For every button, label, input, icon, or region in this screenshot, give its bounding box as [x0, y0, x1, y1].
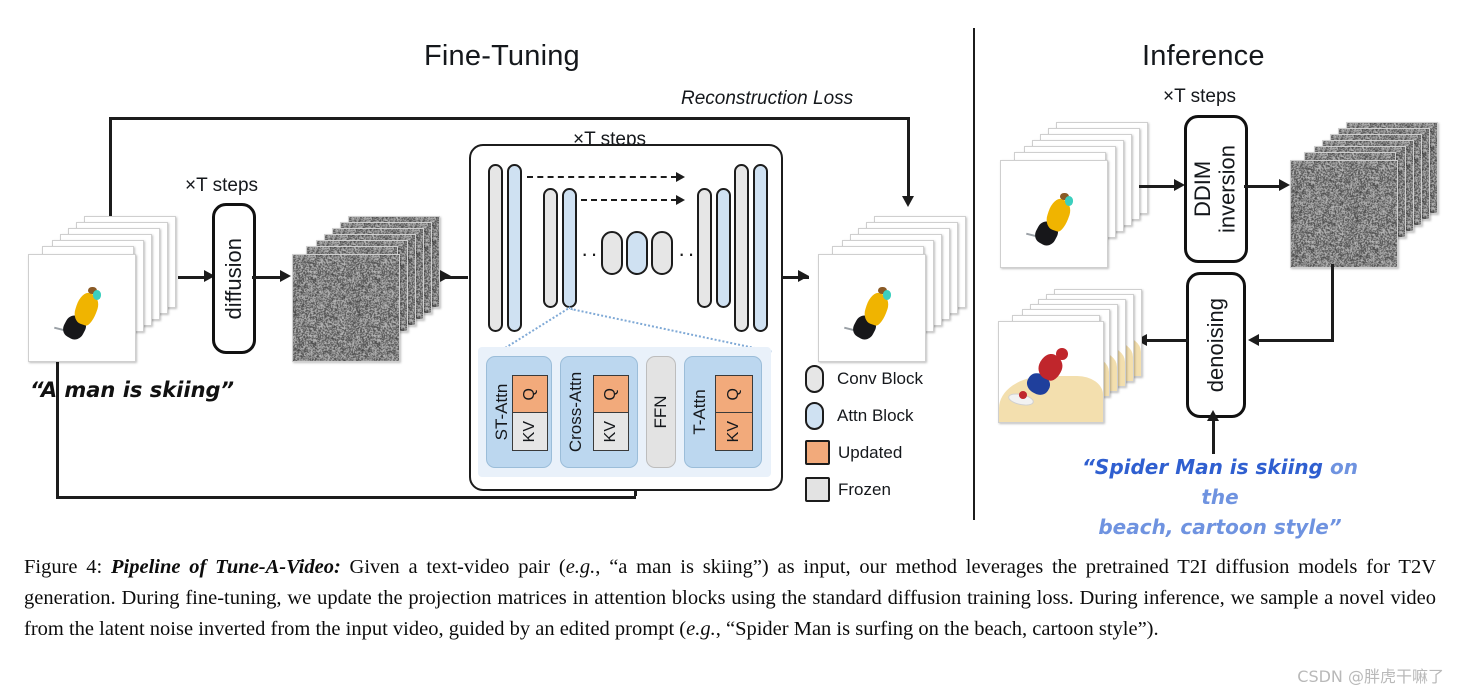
legend-label-attn-block: Attn Block: [837, 405, 914, 425]
arrow-to-ddim-line: [1139, 185, 1179, 188]
arrow-noise-to-unet-head: [440, 270, 451, 282]
denoising-box[interactable]: denoising: [1186, 272, 1246, 418]
edited-prompt-text: “Spider Man is skiing on the beach, carto…: [1070, 452, 1370, 542]
loss-line-left-down: [109, 117, 112, 217]
attention-detail-panel: ST-Attn Q KV Cross-Attn Q KV FFN T-Attn …: [478, 347, 771, 477]
t-attn-q: Q: [716, 376, 752, 413]
loss-line-top: [109, 117, 909, 120]
prompt-line-bottom: [56, 496, 636, 499]
cross-attn-qkv: Q KV: [593, 375, 629, 451]
cross-attn-block[interactable]: Cross-Attn Q KV: [560, 356, 638, 468]
frozen-swatch-icon: [805, 477, 830, 502]
caption-prefix: Figure 4:: [24, 556, 103, 578]
arrow-ddim-to-noise-line: [1244, 185, 1284, 188]
panel-title-fine-tuning: Fine-Tuning: [424, 40, 580, 72]
attn-block-dec-1: [753, 164, 768, 332]
output-video-stack: [818, 216, 966, 362]
prompt-to-denoise-arrow: [1207, 410, 1219, 421]
st-attn-kv: KV: [513, 413, 547, 450]
steps-label-inference: ×T steps: [1163, 86, 1237, 107]
caption-bold-title: Pipeline of Tune-A-Video:: [111, 556, 341, 578]
legend: Conv Block Attn Block Updated Frozen: [805, 360, 923, 508]
prompt-to-denoise-line: [1212, 418, 1215, 454]
conv-block-dec-1: [734, 164, 749, 332]
inference-output-video-stack: [998, 289, 1148, 423]
loss-line-right-down: [907, 117, 910, 202]
st-attn-q: Q: [513, 376, 547, 413]
denoising-box-label: denoising: [1203, 297, 1228, 393]
skip-connection-1: [527, 176, 677, 178]
inference-input-video-stack: [1000, 122, 1150, 268]
panel-title-inference: Inference: [1142, 40, 1265, 72]
attn-block-mid: [626, 231, 648, 275]
conv-block-dec-2: [697, 188, 712, 308]
steps-label-diffusion: ×T steps: [185, 175, 259, 196]
legend-label-conv-block: Conv Block: [837, 368, 923, 388]
skip-connection-1-arrow: [676, 172, 685, 182]
loss-arrow-down: [902, 196, 914, 207]
t-attn-qkv: Q KV: [715, 375, 753, 451]
t-attn-block[interactable]: T-Attn Q KV: [684, 356, 762, 468]
ddim-inversion-label: DDIM inversion: [1190, 144, 1240, 234]
panel-divider: [973, 28, 975, 520]
conv-block-enc-1: [488, 164, 503, 332]
ffn-block[interactable]: FFN: [646, 356, 676, 468]
caption-eg-1: e.g.: [565, 556, 596, 578]
ffn-label: FFN: [651, 395, 670, 429]
edited-prompt-kept: “Spider Man is skiing: [1082, 455, 1323, 479]
attn-block-enc-1: [507, 164, 522, 332]
noise-to-denoise-hline: [1256, 339, 1334, 342]
conv-block-mid-1: [601, 231, 623, 275]
reconstruction-loss-label: Reconstruction Loss: [681, 88, 854, 109]
inference-noise-stack: [1290, 122, 1440, 268]
attn-block-dec-2: [716, 188, 731, 308]
legend-label-updated: Updated: [838, 442, 903, 462]
skip-connection-2-arrow: [676, 195, 685, 205]
skip-connection-2: [581, 199, 677, 201]
csdn-watermark: CSDN @胖虎干嘛了: [1297, 667, 1444, 686]
st-attn-qkv: Q KV: [512, 375, 548, 451]
noise-to-denoise-vline: [1331, 264, 1334, 341]
t-attn-label: T-Attn: [690, 389, 709, 435]
edited-prompt-new-2: beach, cartoon style”: [1098, 515, 1342, 539]
legend-item-updated: Updated: [805, 434, 923, 471]
cross-attn-label: Cross-Attn: [566, 371, 585, 453]
diffusion-box[interactable]: diffusion: [212, 203, 256, 354]
legend-item-attn-block: Attn Block: [805, 397, 923, 434]
st-attn-label: ST-Attn: [492, 383, 511, 441]
arrow-diffusion-to-noise-head: [280, 270, 291, 282]
caption-body-1: Given a text-video pair (: [340, 556, 566, 578]
denoise-to-output-line: [1142, 339, 1188, 342]
attn-block-enc-2: [562, 188, 577, 308]
cross-attn-kv: KV: [594, 413, 628, 450]
ddim-inversion-box[interactable]: DDIM inversion: [1184, 115, 1248, 263]
arrow-diffusion-to-noise-line: [252, 276, 282, 279]
diffusion-box-label: diffusion: [221, 237, 246, 320]
figure-caption: Figure 4: Pipeline of Tune-A-Video: Give…: [24, 552, 1436, 645]
cross-attn-q: Q: [594, 376, 628, 413]
updated-swatch-icon: [805, 440, 830, 465]
noise-to-denoise-arrow: [1248, 334, 1259, 346]
t-attn-kv: KV: [716, 413, 752, 450]
input-prompt-text: “A man is skiing”: [30, 378, 235, 402]
arrow-ddim-to-noise-head: [1279, 179, 1290, 191]
input-video-stack: [28, 216, 176, 362]
conv-block-swatch-icon: [805, 364, 824, 393]
legend-label-frozen: Frozen: [838, 479, 891, 499]
caption-eg-2: e.g.: [686, 618, 716, 641]
arrow-unet-to-output-head: [798, 270, 809, 282]
st-attn-block[interactable]: ST-Attn Q KV: [486, 356, 552, 468]
figure-canvas: Fine-Tuning Inference Reconstruction Los…: [0, 0, 1458, 699]
legend-item-conv-block: Conv Block: [805, 360, 923, 397]
noise-stack-finetuning: [292, 216, 440, 362]
arrow-input-to-diffusion-line: [178, 276, 206, 279]
conv-block-enc-2: [543, 188, 558, 308]
attn-block-swatch-icon: [805, 401, 824, 430]
conv-block-mid-2: [651, 231, 673, 275]
caption-body-3: , “Spider Man is surfing on the beach, c…: [715, 618, 1159, 641]
legend-item-frozen: Frozen: [805, 471, 923, 508]
